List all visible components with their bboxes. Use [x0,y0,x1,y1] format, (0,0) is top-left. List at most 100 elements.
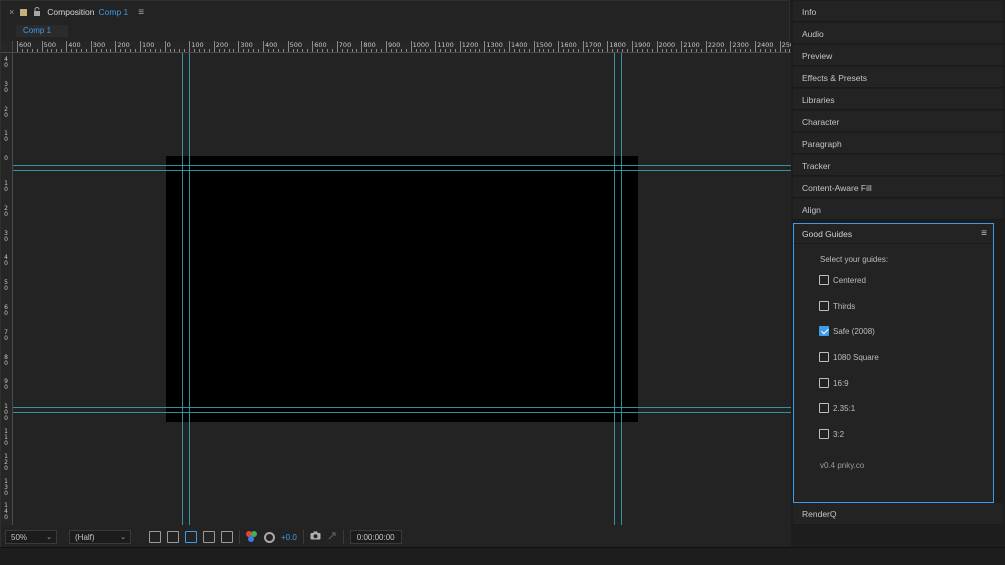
ruler-minor-tick [356,49,358,52]
fast-previews-icon[interactable] [149,531,161,543]
grid-guides-icon[interactable] [221,531,233,543]
ruler-tick [213,41,215,52]
comp-name-dropdown[interactable]: Comp 1 [99,7,129,17]
ruler-minor-tick [474,49,476,52]
ruler-tick [509,41,510,52]
ruler-tick [287,41,289,52]
tab-comp-1[interactable]: Comp 1 [16,25,68,37]
exposure-value[interactable]: +0.0 [281,533,297,542]
guide-option-label: 16:9 [833,378,849,388]
panel-tab-info[interactable]: Info [793,1,1003,22]
panel-tab-tracker[interactable]: Tracker [793,155,1003,176]
guide-option-centered[interactable]: Centered [819,274,866,286]
panel-tab-renderq[interactable]: RenderQ [793,503,1003,525]
ruler-tick-label: 130 [4,477,8,497]
bottom-status-strip [0,547,1005,565]
magnification-dropdown[interactable]: 50% ⌄ [5,530,57,544]
resolution-dropdown[interactable]: (Half) ⌄ [69,530,131,544]
ruler-minor-tick [331,49,333,52]
checkbox[interactable] [819,429,829,439]
guide-option-safe[interactable]: Safe (2008) [819,325,875,337]
panel-tab-libraries[interactable]: Libraries [793,89,1003,110]
guide-horizontal[interactable] [13,412,791,413]
ruler-minor-tick [228,49,230,52]
composition-panel-header: × Composition Comp 1 ≡ [1,1,789,23]
ruler-tick-label: 2200 [707,41,725,49]
region-of-interest-icon[interactable] [203,531,215,543]
checkbox-checked[interactable] [819,326,829,336]
ruler-tick-label: 800 [363,41,376,49]
ruler-tick-label: 400 [68,41,81,49]
checkbox[interactable] [819,378,829,388]
ruler-minor-tick [110,49,112,52]
guide-option-3-2[interactable]: 3:2 [819,428,844,440]
ruler-minor-tick [661,49,663,52]
panel-tab-character[interactable]: Character [793,111,1003,132]
panel-tab-paragraph[interactable]: Paragraph [793,133,1003,154]
ruler-minor-tick [700,49,702,52]
ruler-minor-tick [105,49,107,52]
ruler-minor-tick [784,49,786,52]
checkbox[interactable] [819,352,829,362]
ruler-origin[interactable] [1,41,13,53]
guide-horizontal[interactable] [13,165,791,166]
composition-canvas[interactable] [166,156,638,422]
ruler-minor-tick [651,49,653,52]
ruler-minor-tick [233,49,235,52]
ruler-minor-tick [317,49,319,52]
transparency-grid-icon[interactable] [167,531,179,543]
guide-vertical[interactable] [614,53,615,525]
mask-visibility-icon[interactable] [185,531,197,543]
guide-vertical[interactable] [621,53,622,525]
guide-horizontal[interactable] [13,407,791,408]
ruler-minor-tick [272,49,274,52]
guide-option-thirds[interactable]: Thirds [819,300,855,312]
ruler-minor-tick [691,49,693,52]
ruler-minor-tick [351,49,353,52]
show-snapshot-icon[interactable] [327,531,337,544]
snapshot-camera-icon[interactable] [310,531,321,543]
panel-tab-align[interactable]: Align [793,199,1003,220]
ruler-minor-tick [292,49,294,52]
ruler-minor-tick [174,49,176,52]
ruler-tick-label: 70 [4,328,8,342]
panel-menu-icon[interactable]: ≡ [981,224,987,244]
guide-option-1080-square[interactable]: 1080 Square [819,351,879,363]
panel-title: Good Guides [802,229,853,239]
vertical-ruler[interactable]: 4030201001020304050607080901001101201301… [1,53,13,525]
composition-viewer[interactable] [13,53,791,525]
lock-icon[interactable] [33,6,41,18]
guide-option-16-9[interactable]: 16:9 [819,377,849,389]
exposure-reset-icon[interactable] [264,531,275,543]
guide-vertical[interactable] [189,53,190,525]
ruler-minor-tick [774,49,776,52]
ruler-tick-label: 2400 [757,41,774,49]
ruler-minor-tick [376,49,378,52]
channel-icon[interactable] [246,531,258,543]
panel-tab-content-aware-fill[interactable]: Content-Aware Fill [793,177,1003,198]
horizontal-ruler[interactable]: 600 500 400 300 200 100 0 100 200 300 400 500 600 700… [13,41,791,53]
comp-color-swatch[interactable] [20,8,28,16]
guide-vertical[interactable] [182,53,183,525]
guide-option-label: 1080 Square [833,352,879,362]
close-icon[interactable]: × [9,7,14,17]
current-time-display[interactable]: 0:00:00:00 [349,530,402,544]
checkbox[interactable] [819,275,829,285]
ruler-minor-tick [445,49,447,52]
good-guides-header[interactable]: Good Guides ≡ [794,224,993,244]
ruler-minor-tick [179,49,181,52]
ruler-minor-tick [543,49,545,52]
ruler-tick [336,41,338,52]
ruler-tick-label: 10 [4,180,8,193]
panel-title: Composition [47,7,95,17]
panel-menu-icon[interactable]: ≡ [138,7,144,18]
guide-horizontal[interactable] [13,170,791,171]
panel-tab-effects-presets[interactable]: Effects & Presets [793,67,1003,88]
panel-tab-preview[interactable]: Preview [793,45,1003,66]
panel-tab-audio[interactable]: Audio [793,23,1003,44]
guide-option-2-35-1[interactable]: 2.35:1 [819,402,855,414]
checkbox[interactable] [819,403,829,413]
checkbox[interactable] [819,301,829,311]
ruler-minor-tick [322,49,324,52]
ruler-tick-label: 500 [289,41,303,49]
